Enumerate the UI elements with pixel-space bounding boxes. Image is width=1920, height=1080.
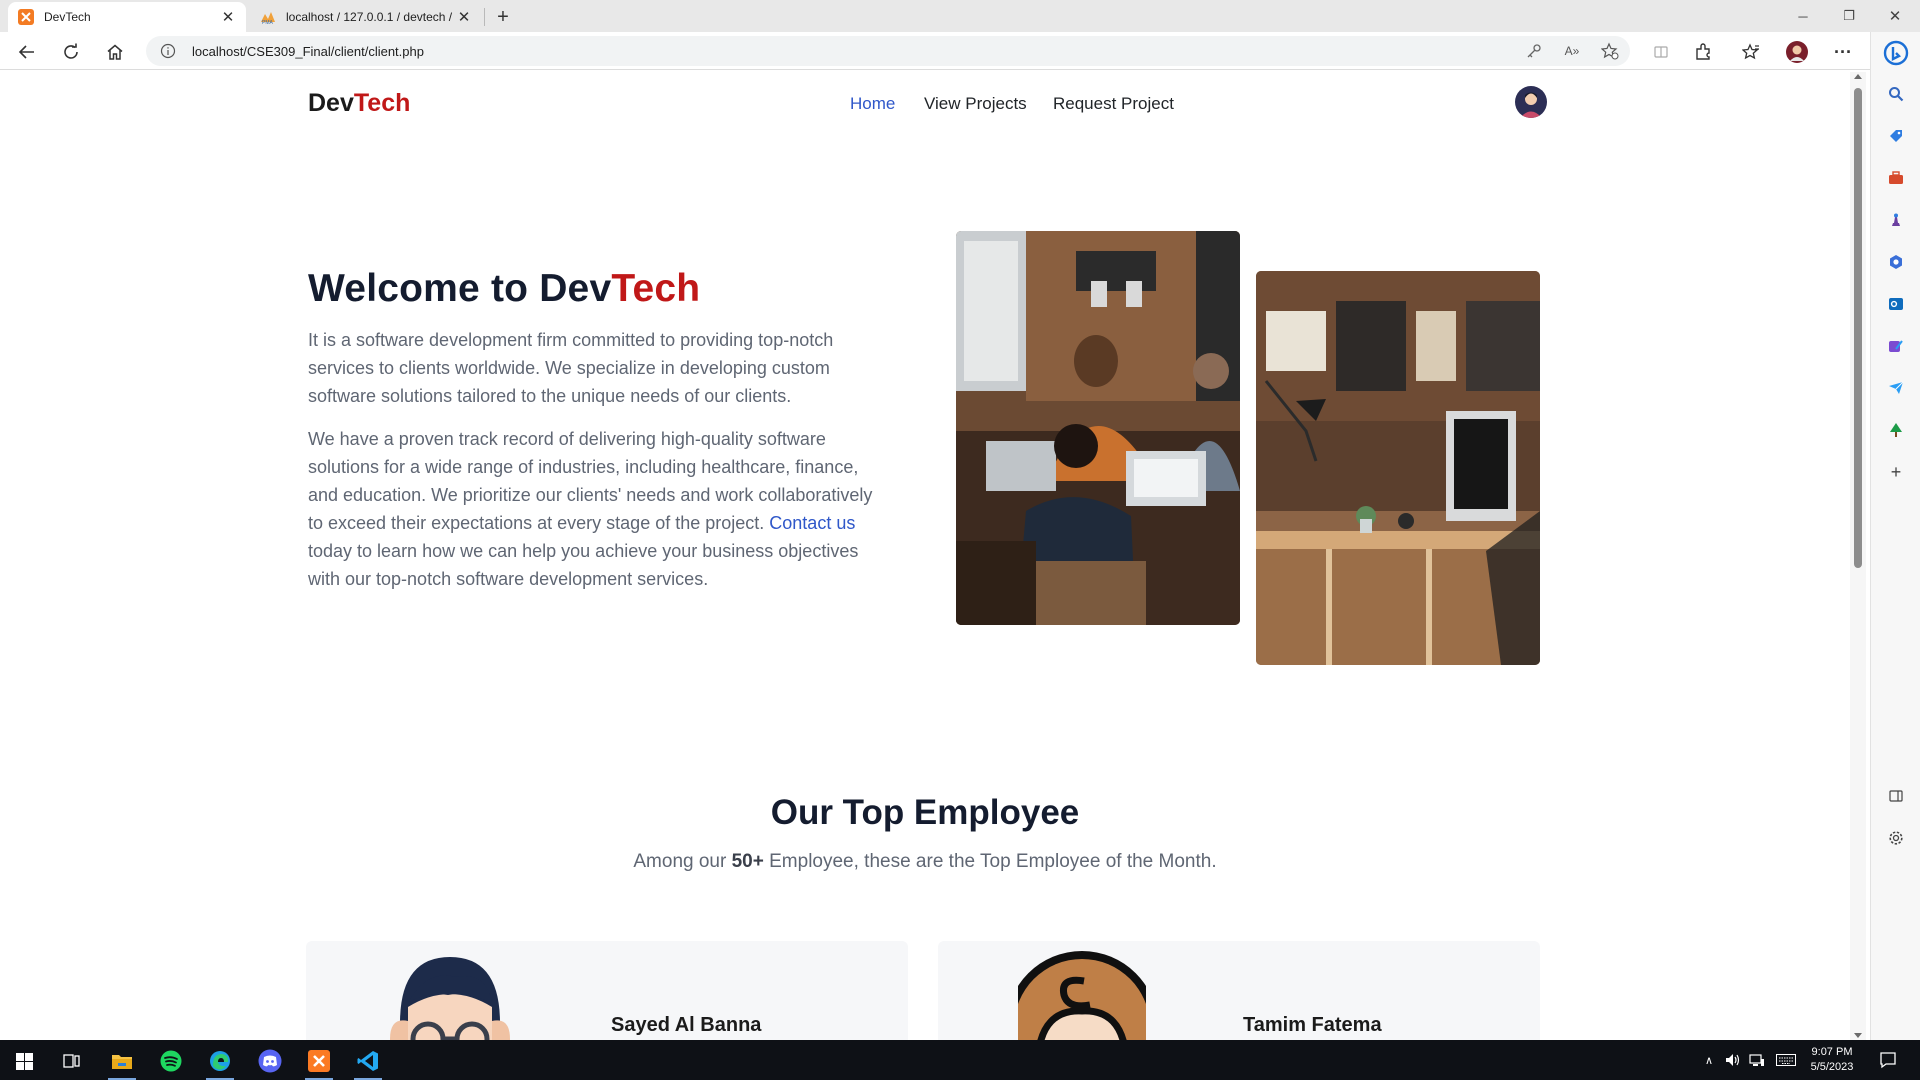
clock-time: 9:07 PM bbox=[1811, 1046, 1853, 1058]
edge-sidebar: + bbox=[1870, 32, 1920, 1040]
minimize-button[interactable]: ─ bbox=[1780, 0, 1826, 32]
employee-name: Sayed Al Banna bbox=[611, 1014, 762, 1036]
favorites-icon[interactable] bbox=[1738, 39, 1764, 65]
designer-icon[interactable] bbox=[1886, 336, 1906, 356]
phpmyadmin-favicon-icon: PMA bbox=[261, 12, 275, 25]
employee-name: Tamim Fatema bbox=[1243, 1014, 1382, 1036]
brand-accent: Tech bbox=[353, 89, 411, 117]
hero-paragraph-1: It is a software development firm commit… bbox=[308, 330, 834, 406]
keyboard-icon[interactable] bbox=[1775, 1052, 1797, 1068]
windows-start-icon[interactable] bbox=[4, 1046, 44, 1076]
split-screen-icon[interactable] bbox=[1648, 39, 1674, 65]
close-tab-icon[interactable]: ✕ bbox=[456, 9, 472, 26]
woman-avatar bbox=[1018, 951, 1146, 1040]
team-working-photo bbox=[956, 231, 1240, 625]
svg-text:PMA: PMA bbox=[262, 20, 274, 25]
home-icon[interactable] bbox=[102, 39, 128, 65]
password-key-icon[interactable] bbox=[1524, 41, 1544, 61]
new-tab-button[interactable]: + bbox=[490, 4, 516, 30]
sidebar-settings-gear-icon[interactable] bbox=[1886, 828, 1906, 848]
file-explorer-icon[interactable] bbox=[102, 1046, 142, 1080]
scroll-up-arrow-icon[interactable] bbox=[1854, 74, 1862, 79]
refresh-icon[interactable] bbox=[58, 39, 84, 65]
volume-icon[interactable] bbox=[1724, 1052, 1742, 1068]
read-aloud-icon[interactable]: A» bbox=[1562, 41, 1582, 61]
hero-title: Welcome to DevTech bbox=[308, 267, 700, 311]
user-avatar[interactable] bbox=[1515, 86, 1547, 118]
xampp-favicon-icon bbox=[18, 9, 34, 25]
nav-view-projects[interactable]: View Projects bbox=[924, 94, 1027, 114]
close-window-button[interactable]: ✕ bbox=[1872, 0, 1918, 32]
tab-divider bbox=[484, 8, 485, 26]
task-view-icon[interactable] bbox=[52, 1046, 92, 1076]
url-text[interactable]: localhost/CSE309_Final/client/client.php bbox=[192, 44, 424, 59]
browser-tab-strip: DevTech ✕ PMA localhost / 127.0.0.1 / de… bbox=[0, 0, 1920, 32]
discord-icon[interactable] bbox=[250, 1046, 290, 1076]
browser-toolbar: localhost/CSE309_Final/client/client.php… bbox=[0, 32, 1870, 70]
more-options-icon[interactable]: ··· bbox=[1830, 39, 1856, 65]
microsoft-365-icon[interactable] bbox=[1886, 252, 1906, 272]
search-icon[interactable] bbox=[1886, 84, 1906, 104]
clock-date: 5/5/2023 bbox=[1810, 1061, 1854, 1073]
notifications-icon[interactable] bbox=[1878, 1050, 1898, 1070]
profile-avatar[interactable] bbox=[1784, 39, 1810, 65]
employee-card[interactable]: Sayed Al Banna bbox=[306, 941, 908, 1040]
hide-sidebar-icon[interactable] bbox=[1886, 786, 1906, 806]
tab-devtech[interactable]: DevTech ✕ bbox=[8, 2, 246, 32]
site-logo[interactable]: DevTech bbox=[308, 89, 410, 118]
scroll-down-arrow-icon[interactable] bbox=[1854, 1033, 1862, 1038]
windows-taskbar: ∧ 9:07 PM 5/5/2023 bbox=[0, 1040, 1920, 1080]
network-icon[interactable] bbox=[1748, 1052, 1766, 1068]
tab-title: DevTech bbox=[44, 10, 91, 24]
xampp-icon[interactable] bbox=[299, 1046, 339, 1080]
contact-us-link[interactable]: Contact us bbox=[769, 513, 855, 533]
office-interior-photo bbox=[1256, 271, 1540, 665]
shopping-tag-icon[interactable] bbox=[1886, 126, 1906, 146]
vscode-icon[interactable] bbox=[348, 1046, 388, 1080]
page-viewport: DevTech Home View Projects Request Proje… bbox=[0, 71, 1850, 1040]
tab-title: localhost / 127.0.0.1 / devtech / … bbox=[286, 10, 456, 24]
outlook-icon[interactable] bbox=[1886, 294, 1906, 314]
subtitle-after: Employee, these are the Top Employee of … bbox=[763, 851, 1217, 872]
spotify-icon[interactable] bbox=[151, 1046, 191, 1076]
hero-paragraph-2: We have a proven track record of deliver… bbox=[308, 425, 878, 593]
brand-main: Dev bbox=[308, 89, 354, 117]
extensions-icon[interactable] bbox=[1690, 39, 1716, 65]
info-icon[interactable] bbox=[160, 43, 176, 59]
send-icon[interactable] bbox=[1886, 378, 1906, 398]
restore-button[interactable]: ❐ bbox=[1826, 0, 1872, 32]
scrollbar-thumb[interactable] bbox=[1854, 88, 1862, 568]
top-employee-subtitle: Among our 50+ Employee, these are the To… bbox=[0, 851, 1850, 873]
bing-chat-icon[interactable] bbox=[1883, 40, 1909, 66]
add-sidebar-app-icon[interactable]: + bbox=[1886, 462, 1906, 482]
top-employee-heading: Our Top Employee bbox=[770, 793, 1080, 832]
taskbar-clock[interactable]: 9:07 PM 5/5/2023 bbox=[1802, 1045, 1862, 1075]
tab-phpmyadmin[interactable]: PMA localhost / 127.0.0.1 / devtech / … … bbox=[250, 2, 482, 32]
show-hidden-icons-icon[interactable]: ∧ bbox=[1700, 1052, 1718, 1068]
page-scrollbar[interactable] bbox=[1850, 72, 1866, 1040]
hero-paragraph-2-after: today to learn how we can help you achie… bbox=[308, 541, 859, 589]
nav-home[interactable]: Home bbox=[850, 94, 895, 114]
man-with-glasses-avatar bbox=[390, 957, 510, 1040]
address-bar[interactable]: localhost/CSE309_Final/client/client.php… bbox=[146, 36, 1630, 66]
close-tab-icon[interactable]: ✕ bbox=[220, 9, 236, 26]
back-icon[interactable] bbox=[14, 39, 40, 65]
employee-card[interactable]: Tamim Fatema bbox=[938, 941, 1540, 1040]
tools-briefcase-icon[interactable] bbox=[1886, 168, 1906, 188]
subtitle-before: Among our bbox=[633, 851, 732, 872]
tree-icon[interactable] bbox=[1886, 420, 1906, 440]
site-navbar: DevTech Home View Projects Request Proje… bbox=[0, 71, 1850, 135]
add-favorite-icon[interactable] bbox=[1600, 41, 1620, 61]
hero-title-accent: Tech bbox=[611, 267, 701, 310]
edge-browser-icon[interactable] bbox=[200, 1046, 240, 1080]
games-chess-icon[interactable] bbox=[1886, 210, 1906, 230]
hero-title-prefix: Welcome to Dev bbox=[308, 267, 612, 310]
nav-request-project[interactable]: Request Project bbox=[1053, 94, 1174, 114]
employee-count: 50+ bbox=[731, 851, 764, 872]
